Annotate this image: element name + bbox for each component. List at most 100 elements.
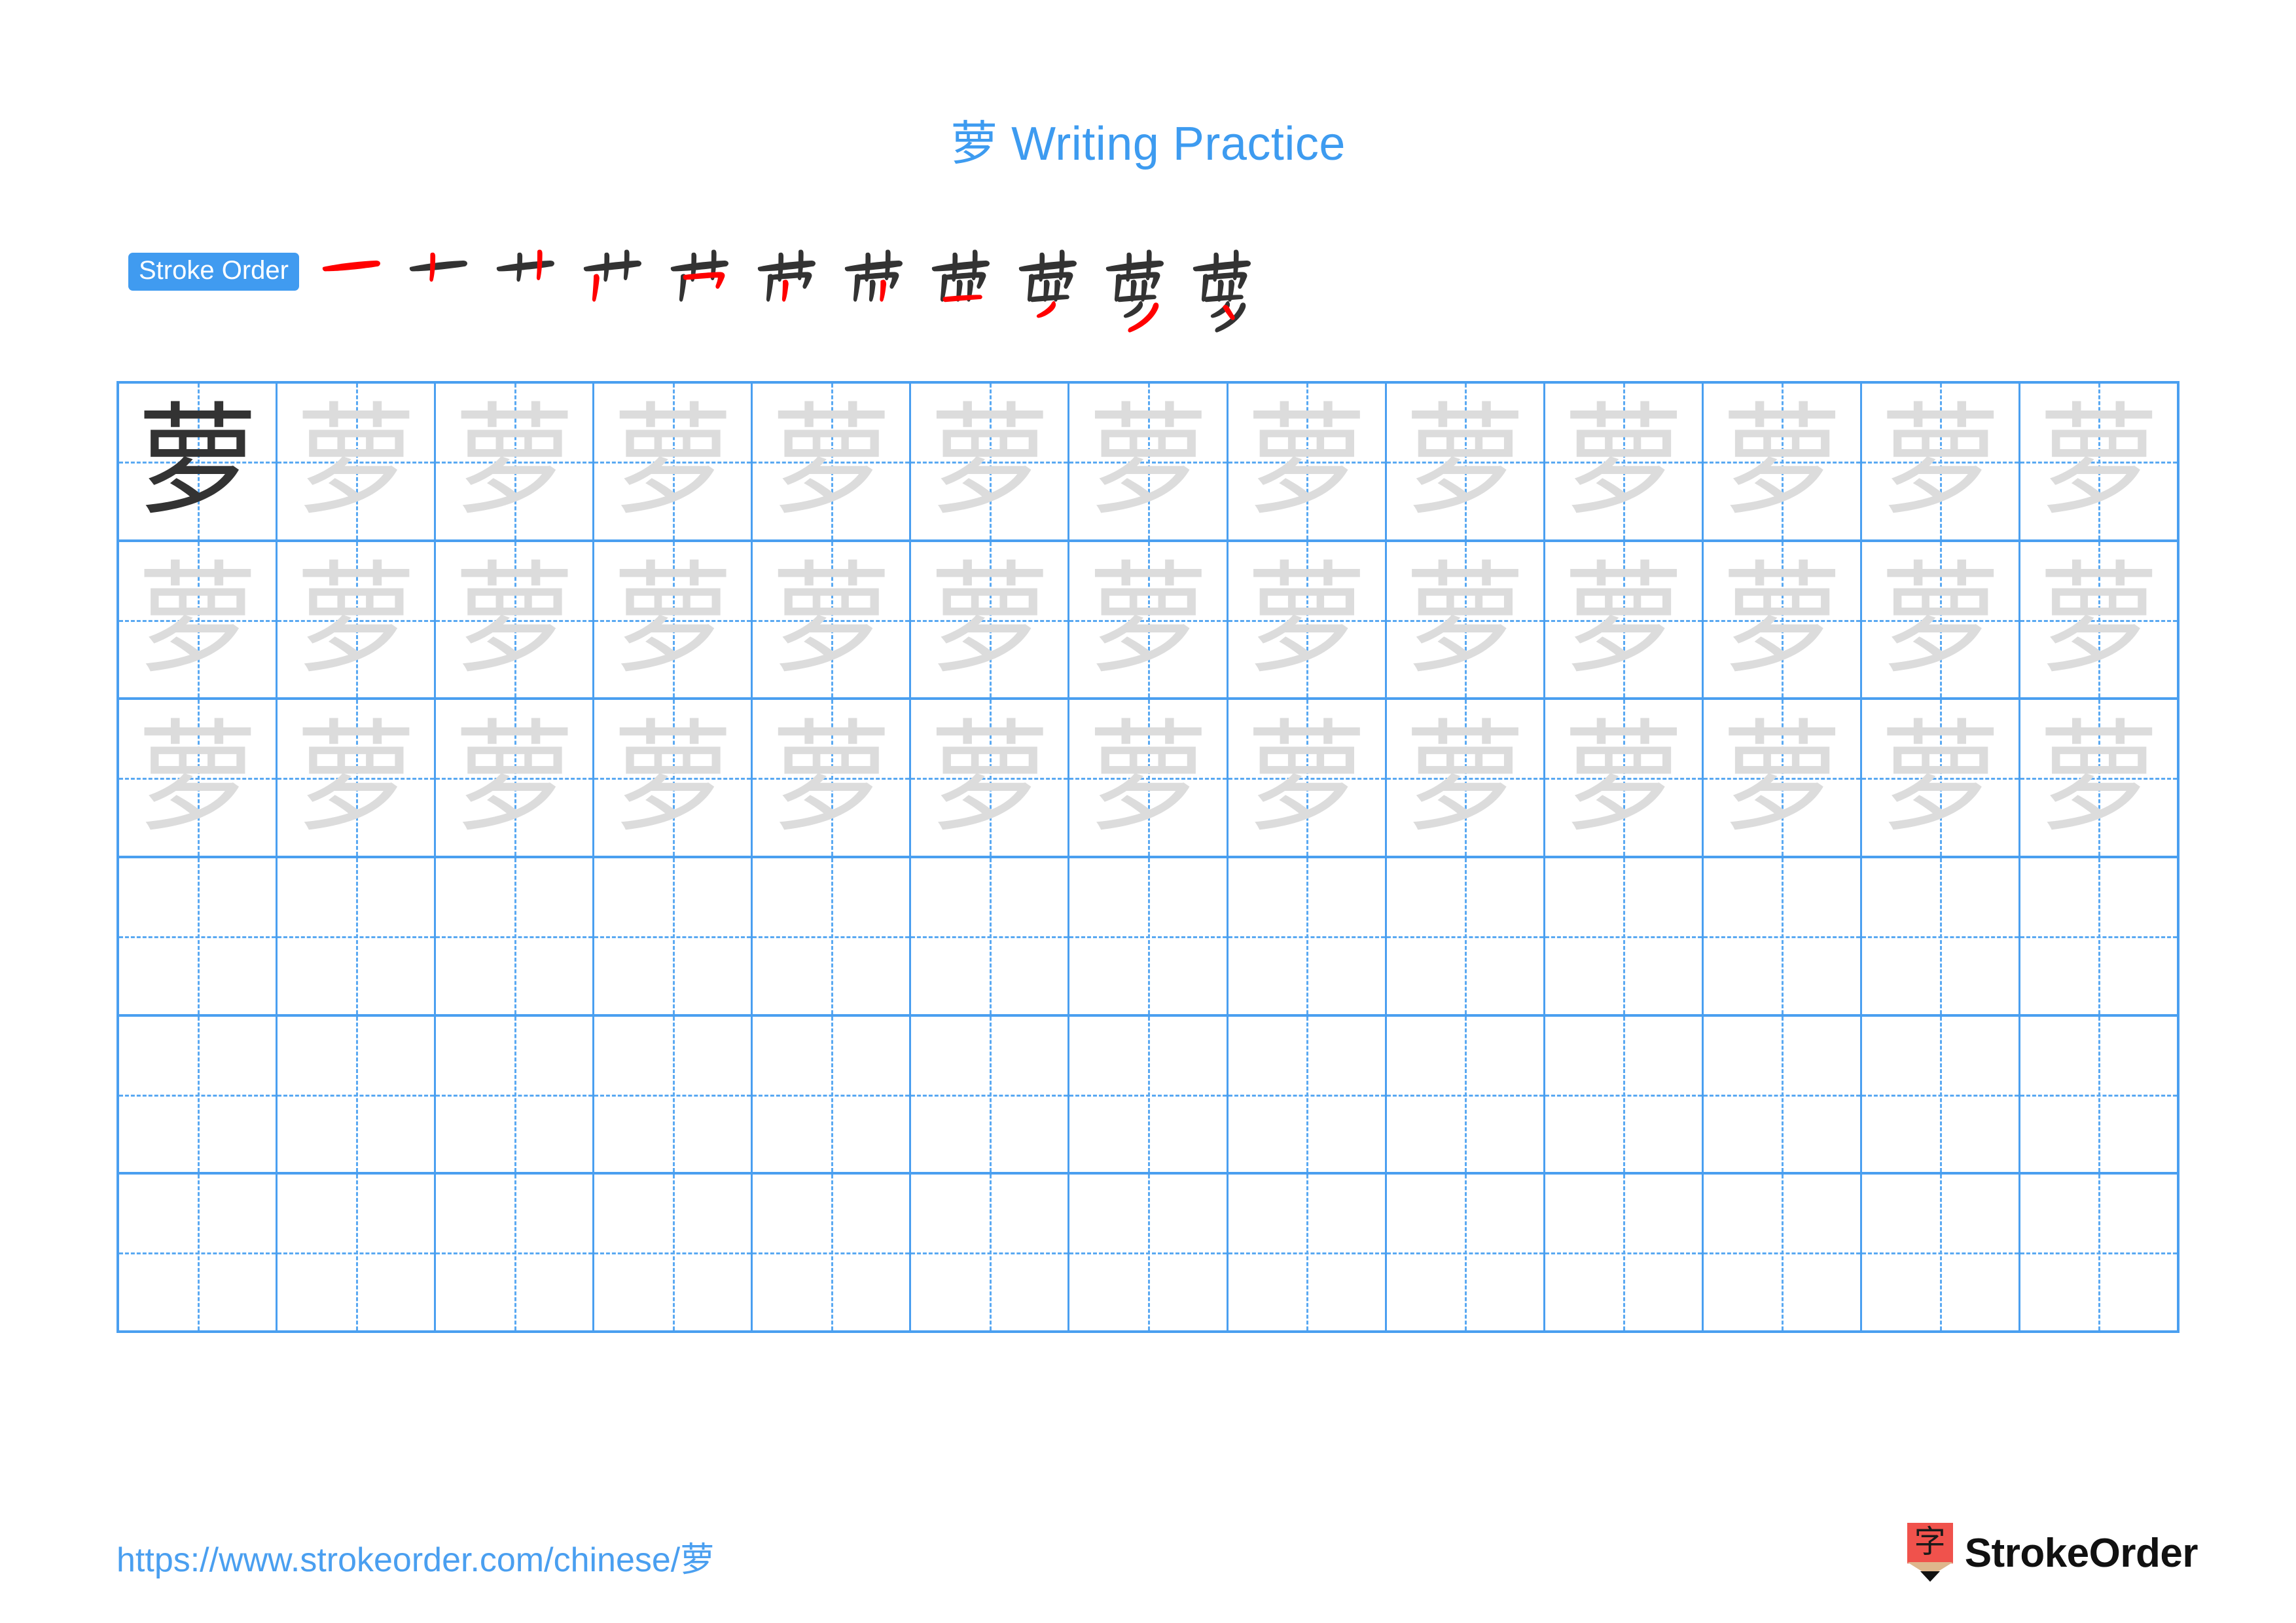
empty-cell: 萝 (1704, 1017, 1860, 1173)
grid-cell[interactable]: 萝 (1545, 700, 1704, 856)
grid-cell[interactable]: 萝 (1861, 384, 2020, 539)
stroke-order-badge: Stroke Order (128, 253, 299, 291)
grid-cell[interactable]: 萝 (278, 858, 437, 1014)
grid-cell[interactable]: 萝 (2020, 1016, 2178, 1173)
grid-cell[interactable]: 萝 (1861, 1016, 2020, 1173)
grid-cell[interactable]: 萝 (594, 700, 753, 856)
trace-character: 萝 (612, 390, 734, 532)
grid-cell[interactable]: 萝 (1228, 541, 1387, 698)
grid-cell[interactable]: 萝 (753, 384, 912, 539)
grid-cell[interactable]: 萝 (1703, 384, 1862, 539)
grid-cell[interactable]: 萝 (1386, 384, 1545, 539)
grid-cell[interactable]: 萝 (278, 541, 437, 698)
trace-character: 萝 (612, 549, 734, 690)
grid-cell[interactable]: 萝 (1703, 700, 1862, 856)
grid-cell[interactable]: 萝 (753, 1175, 912, 1331)
empty-cell: 萝 (911, 858, 1067, 1014)
grid-cell[interactable]: 萝 (119, 700, 278, 856)
grid-cell[interactable]: 萝 (594, 541, 753, 698)
grid-cell[interactable]: 萝 (1861, 1175, 2020, 1331)
stroke-sequence (311, 244, 1268, 342)
grid-cell[interactable]: 萝 (594, 858, 753, 1014)
grid-cell[interactable]: 萝 (1861, 858, 2020, 1014)
grid-cell[interactable]: 萝 (1703, 858, 1862, 1014)
grid-cell[interactable]: 萝 (1545, 1016, 1704, 1173)
empty-cell: 萝 (1862, 1175, 2018, 1330)
grid-row: 萝萝萝萝萝萝萝萝萝萝萝萝萝 (119, 858, 2178, 1017)
grid-cell[interactable]: 萝 (594, 1016, 753, 1173)
grid-cell[interactable]: 萝 (278, 700, 437, 856)
grid-cell[interactable]: 萝 (911, 541, 1070, 698)
grid-cell[interactable]: 萝 (1861, 700, 2020, 856)
trace-character: 萝 (2037, 549, 2159, 690)
grid-cell[interactable]: 萝 (1069, 1016, 1229, 1173)
grid-cell[interactable]: 萝 (594, 384, 753, 539)
grid-cell[interactable]: 萝 (2020, 541, 2178, 698)
grid-cell[interactable]: 萝 (436, 384, 595, 539)
grid-cell[interactable]: 萝 (436, 1175, 595, 1331)
grid-cell[interactable]: 萝 (119, 1175, 278, 1331)
grid-cell[interactable]: 萝 (1545, 858, 1704, 1014)
grid-cell[interactable]: 萝 (2020, 1175, 2178, 1330)
grid-cell[interactable]: 萝 (1228, 1016, 1387, 1173)
grid-cell[interactable]: 萝 (119, 541, 278, 698)
grid-cell[interactable]: 萝 (1861, 541, 2020, 698)
grid-cell[interactable]: 萝 (278, 1175, 437, 1331)
grid-cell[interactable]: 萝 (1703, 1175, 1862, 1331)
grid-cell[interactable]: 萝 (1069, 541, 1229, 698)
grid-cell[interactable]: 萝 (2020, 700, 2178, 856)
grid-cell[interactable]: 萝 (436, 1016, 595, 1173)
empty-cell: 萝 (436, 1017, 592, 1173)
grid-cell[interactable]: 萝 (1069, 384, 1229, 539)
grid-cell[interactable]: 萝 (1228, 700, 1387, 856)
grid-cell[interactable]: 萝 (2020, 858, 2178, 1014)
grid-cell[interactable]: 萝 (1228, 384, 1387, 539)
footer-brand[interactable]: 字 StrokeOrder (1907, 1520, 2198, 1586)
grid-cell[interactable]: 萝 (911, 700, 1070, 856)
grid-cell[interactable]: 萝 (1703, 541, 1862, 698)
grid-cell[interactable]: 萝 (911, 384, 1070, 539)
grid-cell[interactable]: 萝 (911, 858, 1070, 1014)
grid-cell[interactable]: 萝 (1069, 700, 1229, 856)
grid-cell[interactable]: 萝 (911, 1016, 1070, 1173)
trace-character: 萝 (1721, 549, 1842, 690)
grid-cell[interactable]: 萝 (1069, 858, 1229, 1014)
grid-cell[interactable]: 萝 (753, 1016, 912, 1173)
grid-cell[interactable]: 萝 (1703, 1016, 1862, 1173)
trace-character: 萝 (1879, 390, 2001, 532)
empty-cell: 萝 (1862, 1017, 2018, 1173)
grid-cell[interactable]: 萝 (1545, 384, 1704, 539)
grid-cell[interactable]: 萝 (594, 1175, 753, 1331)
trace-character: 萝 (295, 706, 417, 848)
footer-url[interactable]: https://www.strokeorder.com/chinese/萝 (117, 1532, 714, 1581)
grid-cell[interactable]: 萝 (119, 858, 278, 1014)
grid-cell[interactable]: 萝 (119, 1016, 278, 1173)
grid-cell[interactable]: 萝 (119, 384, 278, 539)
grid-cell[interactable]: 萝 (1386, 541, 1545, 698)
grid-cell[interactable]: 萝 (1228, 858, 1387, 1014)
grid-cell[interactable]: 萝 (1386, 1016, 1545, 1173)
grid-cell[interactable]: 萝 (1386, 1175, 1545, 1331)
grid-cell[interactable]: 萝 (1545, 1175, 1704, 1331)
empty-cell: 萝 (1387, 1175, 1543, 1330)
grid-cell[interactable]: 萝 (1386, 700, 1545, 856)
grid-cell[interactable]: 萝 (753, 858, 912, 1014)
grid-cell[interactable]: 萝 (436, 541, 595, 698)
footer-url-character: 萝 (680, 1541, 715, 1580)
grid-cell[interactable]: 萝 (436, 858, 595, 1014)
grid-cell[interactable]: 萝 (1069, 1175, 1229, 1331)
trace-character: 萝 (295, 390, 417, 532)
grid-cell[interactable]: 萝 (278, 384, 437, 539)
grid-cell[interactable]: 萝 (1545, 541, 1704, 698)
grid-cell[interactable]: 萝 (753, 541, 912, 698)
grid-cell[interactable]: 萝 (2020, 384, 2178, 539)
grid-cell[interactable]: 萝 (1386, 858, 1545, 1014)
grid-cell[interactable]: 萝 (1228, 1175, 1387, 1331)
stroke-step-2 (398, 244, 485, 342)
grid-cell[interactable]: 萝 (911, 1175, 1070, 1331)
grid-cell[interactable]: 萝 (278, 1016, 437, 1173)
trace-character: 萝 (1404, 549, 1526, 690)
grid-cell[interactable]: 萝 (753, 700, 912, 856)
stroke-step-4 (572, 244, 659, 342)
grid-cell[interactable]: 萝 (436, 700, 595, 856)
